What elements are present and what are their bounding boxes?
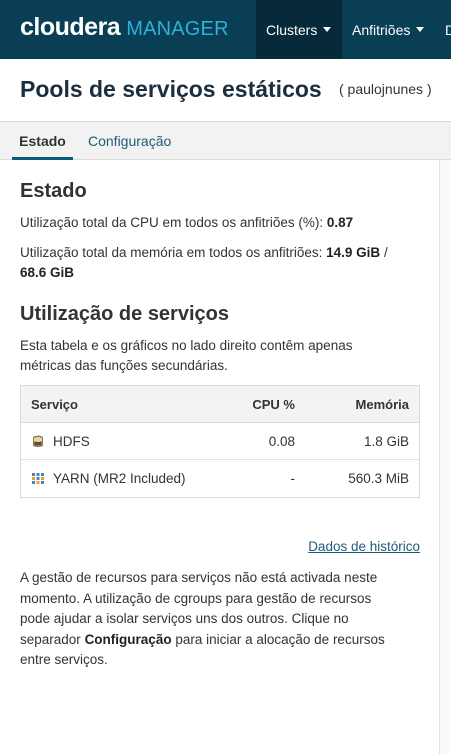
nav-clusters-menu[interactable]: Clusters: [256, 0, 342, 59]
utilizacao-heading: Utilização de serviços: [20, 303, 229, 325]
service-name[interactable]: HDFS: [53, 423, 90, 460]
nav-anfitrioes-menu[interactable]: Anfitriões: [342, 0, 437, 59]
col-cpu[interactable]: CPU %: [252, 386, 295, 423]
service-memory: 1.8 GiB: [363, 434, 409, 449]
service-memory: 560.3 MiB: [348, 471, 409, 486]
tab-estado[interactable]: Estado: [12, 122, 73, 160]
note-text: para iniciar a alocação de recursos: [175, 631, 385, 647]
note-text: separador: [20, 631, 81, 647]
page-header: Pools de serviços estáticos ( paulojnune…: [0, 59, 451, 122]
nav-clusters-label: Clusters: [266, 21, 318, 38]
service-usage-table: Serviço CPU % Memória HDFS 0.08 1.8 GiB …: [20, 385, 420, 498]
tab-bar: Estado Configuração: [0, 122, 451, 160]
right-panel: [440, 160, 451, 754]
chevron-down-icon: [323, 27, 332, 32]
cloudera-manager-logo[interactable]: cloudera MANAGER: [20, 13, 229, 43]
page-user: ( paulojnunes ): [339, 81, 432, 97]
note-line: entre serviços.: [20, 652, 108, 667]
cpu-usage-value: 0.87: [326, 215, 354, 230]
tab-configuracao[interactable]: Configuração: [88, 122, 171, 160]
col-memoria[interactable]: Memória: [356, 386, 409, 423]
page-title: Pools de serviços estáticos: [20, 76, 322, 102]
utilizacao-desc-2: métricas das funções secundárias.: [20, 358, 228, 373]
note-line: separador Configuração para iniciar a al…: [20, 630, 420, 651]
service-cpu: 0.08: [268, 434, 295, 449]
chevron-down-icon: [416, 27, 425, 32]
note-line: pode ajudar a isolar serviços uns dos ou…: [20, 611, 349, 626]
mem-usage-label: Utilização total da memória em todos os …: [20, 245, 323, 260]
brand-word: cloudera: [20, 13, 121, 41]
estado-heading: Estado: [20, 180, 87, 202]
yarn-icon: [32, 473, 44, 484]
service-cpu: -: [290, 471, 296, 486]
mem-total-line: 68.6 GiB: [20, 265, 74, 280]
nav-more-label: D: [445, 21, 451, 38]
note-configuracao-ref: Configuração: [84, 631, 172, 647]
note-line: momento. A utilização de cgroups para ge…: [20, 590, 372, 606]
top-navbar: cloudera MANAGER Clusters Anfitriões D: [0, 0, 451, 59]
nav-anfitrioes-label: Anfitriões: [352, 21, 411, 38]
cpu-usage-label: Utilização total da CPU em todos os anfi…: [20, 215, 324, 230]
note-line: A gestão de recursos para serviços não e…: [20, 570, 378, 585]
mem-usage-line: Utilização total da memória em todos os …: [20, 245, 388, 260]
resource-management-note: A gestão de recursos para serviços não e…: [20, 568, 420, 671]
table-header: Serviço CPU % Memória: [21, 386, 419, 423]
table-row[interactable]: HDFS 0.08 1.8 GiB: [21, 423, 419, 460]
table-row[interactable]: YARN (MR2 Included) - 560.3 MiB: [21, 460, 419, 497]
mem-separator: /: [383, 245, 388, 260]
brand-subtitle: MANAGER: [126, 18, 229, 40]
mem-total-value: 68.6 GiB: [20, 265, 75, 280]
nav-more-menu[interactable]: D: [435, 0, 451, 59]
historical-data-link[interactable]: Dados de histórico: [308, 539, 420, 554]
service-name[interactable]: YARN (MR2 Included): [53, 460, 186, 497]
hdfs-icon: [33, 435, 43, 447]
mem-used-value: 14.9 GiB: [326, 245, 381, 260]
cpu-usage-line: Utilização total da CPU em todos os anfi…: [20, 215, 353, 230]
col-servico[interactable]: Serviço: [31, 386, 78, 423]
utilizacao-desc-1: Esta tabela e os gráficos no lado direit…: [20, 338, 353, 353]
